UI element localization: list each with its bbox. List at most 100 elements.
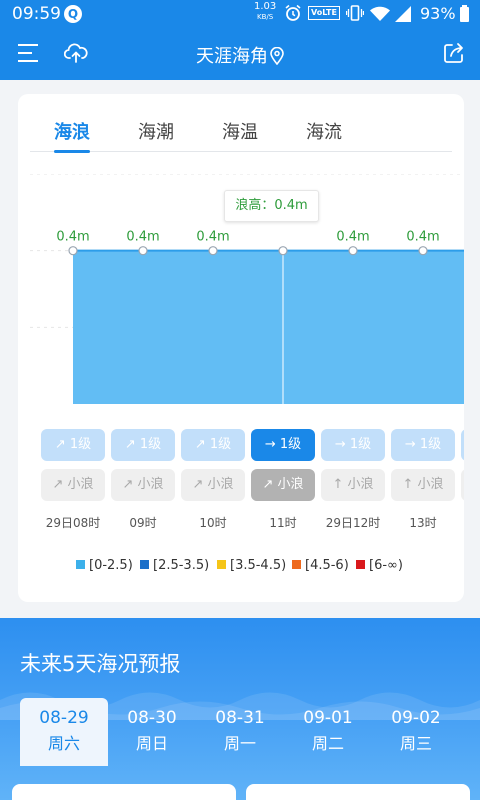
forecast-day-tab[interactable]: 08-29 周六 — [20, 698, 108, 766]
direction-arrow-icon: ↗ — [54, 437, 70, 452]
legend-swatch — [356, 560, 365, 569]
data-label: 0.4m — [196, 230, 229, 245]
wave-level-pill[interactable]: ↗ 1级 — [181, 429, 245, 461]
wave-type-pill[interactable]: ↗ 小浪 — [111, 469, 175, 501]
wave-level-pill-label: 1级 — [139, 437, 162, 452]
location-name: 天涯海角 — [196, 46, 268, 67]
data-point — [68, 246, 78, 256]
wave-type-pill[interactable] — [461, 469, 464, 501]
legend-swatch — [76, 560, 85, 569]
direction-arrow-icon: ↗ — [122, 477, 138, 492]
alarm-icon — [284, 4, 302, 26]
legend-label: [3.5-4.5) — [230, 558, 287, 573]
status-bar: 09:59 Q 1.03 KB/S VoLTE 93% — [0, 0, 480, 28]
data-point — [418, 246, 428, 256]
forecast-day-tab[interactable]: 09-02 周三 — [372, 698, 460, 766]
app-q-icon: Q — [64, 5, 82, 23]
direction-arrow-icon: → — [334, 437, 350, 452]
wave-type-row: ↗ 小浪 ↗ 小浪 ↗ 小浪 ↗ 小浪 ↑ 小浪 ↑ 小浪 — [30, 469, 464, 501]
forecast-section: 未来5天海况预报 08-29 周六 08-30 周日 08-31 周一 09-01 周二 09-… — [0, 618, 480, 800]
legend-label: [4.5-6) — [305, 558, 349, 573]
forecast-date: 08-29 — [39, 708, 89, 728]
time-label: 29日12时 — [325, 516, 381, 530]
legend-item: [2.5-3.5) — [140, 558, 209, 573]
wave-type-pill-label: 小浪 — [277, 477, 304, 492]
legend-item: [3.5-4.5) — [217, 558, 286, 573]
time-label: 09时 — [129, 516, 157, 530]
forecast-date: 08-30 — [127, 708, 177, 728]
time-axis: 29日08时 09时 10时 11时 29日12时 13时 — [30, 514, 464, 534]
wave-type-pill-label: 小浪 — [137, 477, 164, 492]
forecast-day-tab[interactable]: 08-31 周一 — [196, 698, 284, 766]
direction-arrow-icon: ↗ — [262, 477, 278, 492]
sea-conditions-card: 海浪 海潮 海温 海流 0.4m 0.4m 0.4m 0.4m 0.4m 浪高：0.4m… — [18, 94, 464, 602]
signal-icon — [395, 6, 411, 26]
chart-tooltip: 浪高：0.4m — [224, 190, 319, 222]
forecast-weekday: 周一 — [223, 734, 256, 753]
time-label: 13时 — [409, 516, 437, 530]
wave-level-pill-label: 1级 — [279, 437, 302, 452]
wave-type-pill[interactable]: ↗ 小浪 — [41, 469, 105, 501]
forecast-weekday: 周六 — [47, 734, 80, 753]
tab-tide[interactable]: 海潮 — [138, 118, 174, 144]
wave-type-pill[interactable]: ↗ 小浪 — [181, 469, 245, 501]
legend-swatch — [292, 560, 301, 569]
wave-type-pill-label: 小浪 — [67, 477, 94, 492]
forecast-detail-card — [12, 784, 236, 800]
battery-percent: 93% — [420, 4, 456, 23]
time-label: 11时 — [269, 516, 297, 530]
wave-level-pill[interactable]: → 1级 — [321, 429, 385, 461]
share-icon[interactable] — [443, 42, 465, 68]
forecast-date: 09-02 — [391, 708, 441, 728]
forecast-day-tab[interactable]: 08-30 周日 — [108, 698, 196, 766]
legend-item: [4.5-6) — [292, 558, 349, 573]
wave-level-pill[interactable]: ↗ 1级 — [41, 429, 105, 461]
wave-level-pill[interactable]: ↗ 1级 — [111, 429, 175, 461]
net-speed-value: 1.03 — [254, 1, 277, 12]
category-tabs: 海浪 海潮 海温 海流 — [30, 112, 452, 153]
forecast-date: 09-01 — [303, 708, 353, 728]
direction-arrow-icon: → — [404, 437, 420, 452]
wave-type-pill-label: 小浪 — [207, 477, 234, 492]
wave-level-row: ↗ 1级 ↗ 1级 ↗ 1级 → 1级 → 1级 → 1级 — [30, 429, 464, 461]
wave-type-pill-label: 小浪 — [347, 477, 374, 492]
data-label: 0.4m — [336, 230, 369, 245]
tab-wave[interactable]: 海浪 — [54, 118, 90, 144]
legend-label: [6-∞) — [369, 558, 403, 573]
tab-current[interactable]: 海流 — [306, 118, 342, 144]
app-bar: 天涯海角 — [0, 28, 480, 80]
direction-arrow-icon: ↑ — [332, 477, 348, 492]
legend-label: [0-2.5) — [89, 558, 133, 573]
net-speed: 1.03 KB/S — [254, 2, 276, 22]
location-title[interactable]: 天涯海角 — [0, 42, 480, 70]
direction-arrow-icon: ↗ — [194, 437, 210, 452]
direction-arrow-icon: → — [264, 437, 280, 452]
data-label: 0.4m — [406, 230, 439, 245]
wave-level-pill[interactable] — [461, 429, 464, 461]
forecast-day-tab[interactable]: 09-01 周二 — [284, 698, 372, 766]
wave-level-pill[interactable]: → 1级 — [391, 429, 455, 461]
legend-item: [0-2.5) — [76, 558, 133, 573]
wave-type-pill[interactable]: ↗ 小浪 — [251, 469, 315, 501]
wave-type-pill[interactable]: ↑ 小浪 — [391, 469, 455, 501]
time-label: 29日08时 — [45, 516, 101, 530]
wave-level-pill-label: 1级 — [69, 437, 92, 452]
time-label: 10时 — [199, 516, 227, 530]
data-label: 0.4m — [56, 230, 89, 245]
wave-type-pill[interactable]: ↑ 小浪 — [321, 469, 385, 501]
data-point — [138, 246, 148, 256]
direction-arrow-icon: ↗ — [52, 477, 68, 492]
forecast-weekday: 周二 — [311, 734, 344, 753]
vibrate-icon — [345, 4, 365, 26]
legend-swatch — [140, 560, 149, 569]
volte-badge: VoLTE — [308, 6, 340, 20]
battery-icon — [460, 5, 469, 22]
wifi-icon — [370, 6, 390, 26]
tab-temperature[interactable]: 海温 — [222, 118, 258, 144]
direction-arrow-icon: ↑ — [402, 477, 418, 492]
location-pin-icon — [270, 46, 284, 70]
data-point — [278, 246, 288, 256]
data-label: 0.4m — [126, 230, 159, 245]
wave-level-pill[interactable]: → 1级 — [251, 429, 315, 461]
direction-arrow-icon: ↗ — [192, 477, 208, 492]
